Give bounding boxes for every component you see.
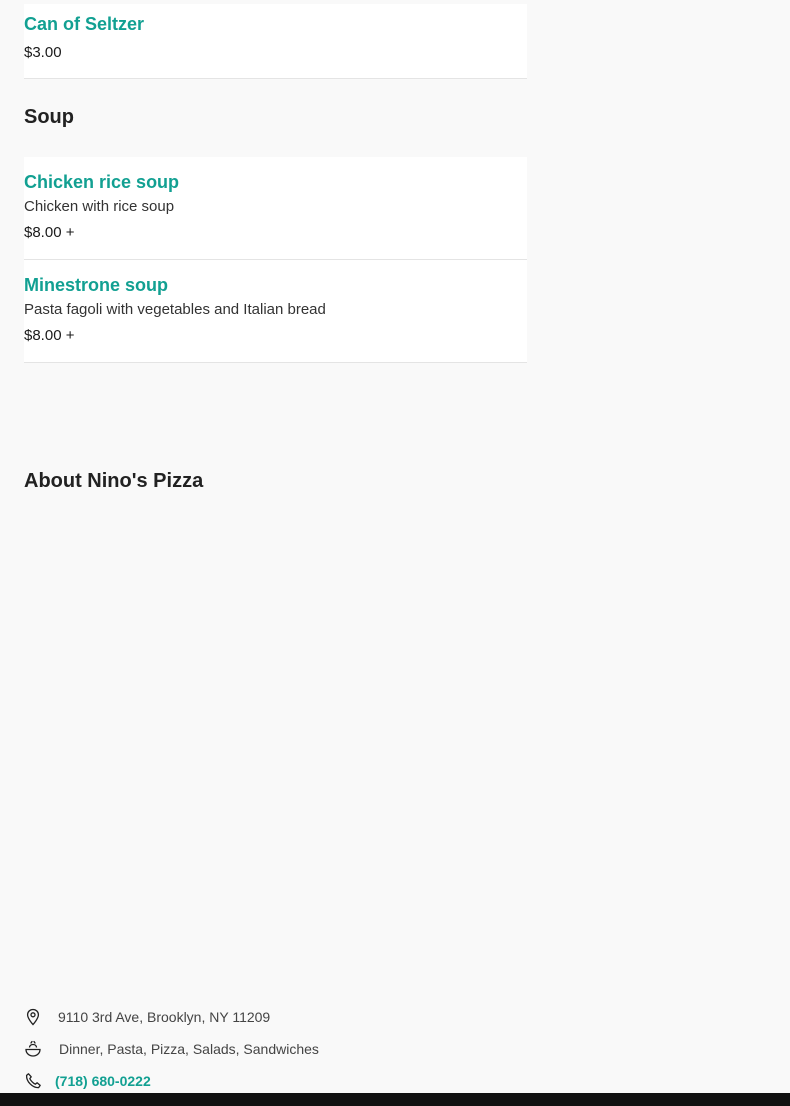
address-row: 9110 3rd Ave, Brooklyn, NY 11209	[24, 1005, 270, 1029]
location-pin-icon	[24, 1008, 42, 1026]
phone-icon	[24, 1072, 42, 1090]
cuisines-row: Dinner, Pasta, Pizza, Salads, Sandwiches	[24, 1037, 319, 1061]
menu-item-name[interactable]: Chicken rice soup	[24, 172, 179, 193]
section-heading-soup: Soup	[24, 106, 74, 128]
menu-item-description: Pasta fagoli with vegetables and Italian…	[24, 301, 326, 318]
menu-item-price: $8.00 +	[24, 224, 75, 241]
menu-item-name[interactable]: Minestrone soup	[24, 275, 168, 296]
menu-item-description: Chicken with rice soup	[24, 198, 175, 215]
menu-item-price: $3.00	[24, 44, 62, 61]
cuisines-text: Dinner, Pasta, Pizza, Salads, Sandwiches	[59, 1041, 319, 1057]
menu-item-card[interactable]: Minestrone soup Pasta fagoli with vegeta…	[24, 260, 527, 363]
phone-row: (718) 680-0222	[24, 1069, 151, 1093]
menu-item-card[interactable]: Can of Seltzer $3.00	[24, 4, 527, 79]
menu-item-name[interactable]: Can of Seltzer	[24, 14, 144, 35]
food-bowl-icon	[24, 1040, 42, 1058]
menu-item-price: $8.00 +	[24, 327, 75, 344]
address-text: 9110 3rd Ave, Brooklyn, NY 11209	[58, 1009, 271, 1025]
menu-item-card[interactable]: Chicken rice soup Chicken with rice soup…	[24, 157, 527, 260]
bottom-bar	[0, 1093, 790, 1106]
about-heading: About Nino's Pizza	[24, 470, 204, 492]
phone-link[interactable]: (718) 680-0222	[55, 1073, 151, 1089]
